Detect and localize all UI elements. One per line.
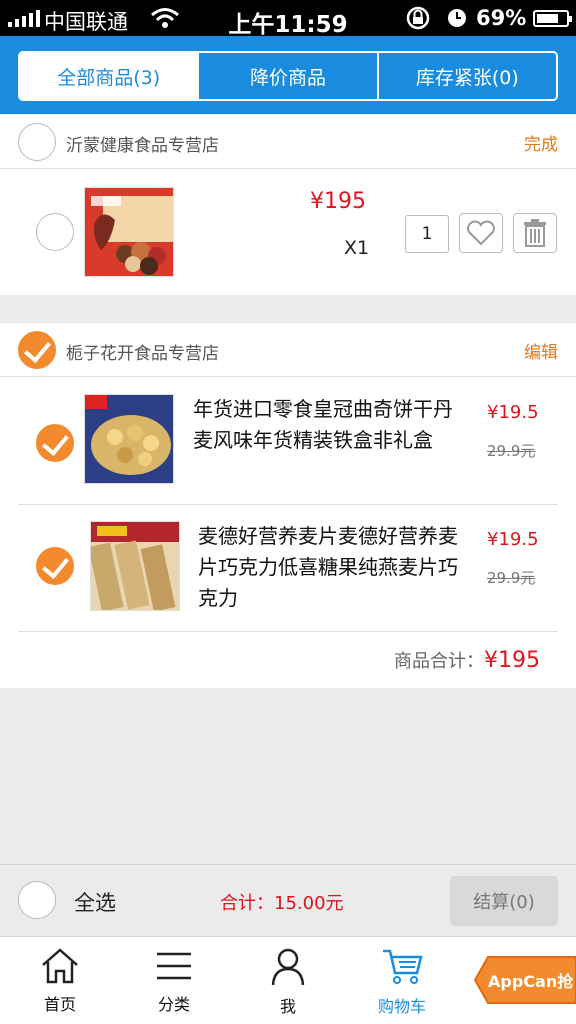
- subtotal-label: 商品合计：: [394, 651, 484, 672]
- nav-me-label: 我: [279, 997, 296, 1016]
- rotation-lock-icon: [406, 6, 430, 30]
- tab-discounted[interactable]: 降价商品: [197, 53, 376, 99]
- tab-all-goods[interactable]: 全部商品(3): [20, 53, 198, 99]
- product-image[interactable]: [90, 521, 180, 611]
- delete-button[interactable]: [513, 213, 557, 253]
- store-done-button[interactable]: 完成: [524, 130, 558, 155]
- item-price: ¥19.5: [487, 402, 539, 423]
- trash-icon: [524, 219, 546, 247]
- user-icon: [271, 948, 305, 986]
- item-original-price: 29.9元: [487, 569, 536, 587]
- select-all-checkbox[interactable]: [18, 881, 56, 919]
- item-count: X1: [344, 237, 370, 259]
- cart-item: ¥195 X1 1: [0, 169, 576, 295]
- store-card: 栀子花开食品专营店 编辑 年货进口零食皇冠曲奇饼干丹麦风味年货精装铁盒非礼盒 ¥…: [0, 323, 576, 688]
- cart-icon: [383, 949, 423, 984]
- item-price: ¥195: [310, 189, 366, 214]
- store-card: 沂蒙健康食品专营店 完成 ¥195 X1 1: [0, 115, 576, 295]
- nav-cart-label: 购物车: [377, 997, 426, 1016]
- favorite-button[interactable]: [459, 213, 503, 253]
- item-original-price: 29.9元: [487, 442, 536, 460]
- home-icon: [42, 948, 78, 984]
- cart-item: 年货进口零食皇冠曲奇饼干丹麦风味年货精装铁盒非礼盒 ¥19.5 29.9元: [18, 378, 558, 505]
- subtotal-value: ¥195: [484, 648, 540, 673]
- nav-home[interactable]: 首页: [2, 937, 118, 1024]
- status-bar: 中国联通 上午11:59 69%: [0, 0, 576, 38]
- tab-header: 全部商品(3) 降价商品 库存紧张(0): [0, 36, 576, 114]
- nav-me[interactable]: 我: [230, 937, 346, 1024]
- store-subtotal: 商品合计： ¥195: [394, 647, 540, 673]
- store-header: 栀子花开食品专营店 编辑: [0, 323, 576, 377]
- nav-cart[interactable]: 购物车: [344, 937, 460, 1024]
- store-select-checkbox[interactable]: [18, 123, 56, 161]
- product-title[interactable]: 麦德好营养麦片麦德好营养麦片巧克力低喜糖果纯燕麦片巧克力: [198, 521, 470, 614]
- segmented-tabs: 全部商品(3) 降价商品 库存紧张(0): [18, 51, 558, 101]
- item-select-checkbox[interactable]: [36, 213, 74, 251]
- item-select-checkbox[interactable]: [36, 424, 74, 462]
- select-all-label[interactable]: 全选: [74, 887, 116, 917]
- checkout-total: 合计：15.00元: [220, 893, 344, 914]
- checkout-button[interactable]: 结算(0): [450, 876, 558, 926]
- nav-category[interactable]: 分类: [116, 937, 232, 1024]
- store-header: 沂蒙健康食品专营店 完成: [0, 115, 576, 169]
- battery-percent: 69%: [476, 6, 527, 30]
- product-image[interactable]: [84, 394, 174, 484]
- appcan-badge-label: AppCan抢: [488, 972, 574, 991]
- nav-category-label: 分类: [157, 995, 190, 1014]
- store-select-checkbox[interactable]: [18, 331, 56, 369]
- checkout-bar: 全选 合计：15.00元 结算(0): [0, 864, 576, 936]
- tab-low-stock[interactable]: 库存紧张(0): [376, 53, 556, 99]
- heart-icon: [467, 220, 495, 246]
- nav-home-label: 首页: [43, 995, 76, 1014]
- item-select-checkbox[interactable]: [36, 547, 74, 585]
- cart-item: 麦德好营养麦片麦德好营养麦片巧克力低喜糖果纯燕麦片巧克力 ¥19.5 29.9元: [18, 505, 558, 632]
- product-title[interactable]: 年货进口零食皇冠曲奇饼干丹麦风味年货精装铁盒非礼盒: [193, 394, 465, 456]
- store-name: 栀子花开食品专营店: [66, 344, 219, 364]
- alarm-icon: [448, 9, 466, 27]
- product-image[interactable]: [84, 187, 174, 277]
- battery-icon: [533, 10, 572, 27]
- menu-icon: [157, 952, 191, 980]
- appcan-badge[interactable]: AppCan抢: [473, 955, 576, 1005]
- bottom-nav: 首页 分类 我 购物车 AppCan抢: [0, 936, 576, 1024]
- quantity-input[interactable]: 1: [405, 215, 449, 253]
- store-edit-button[interactable]: 编辑: [524, 338, 558, 363]
- item-price: ¥19.5: [487, 529, 539, 550]
- store-name: 沂蒙健康食品专营店: [66, 136, 219, 156]
